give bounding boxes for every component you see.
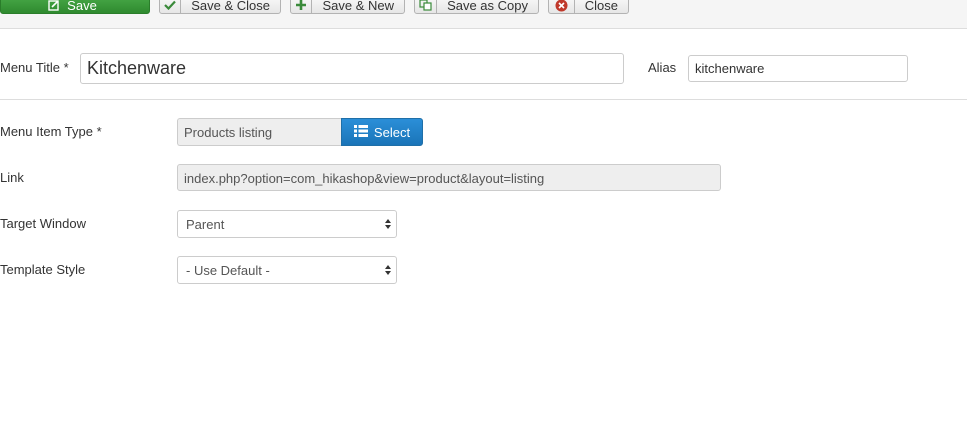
close-circle-icon (549, 0, 575, 13)
target-window-select[interactable]: Parent (177, 210, 397, 238)
template-style-label: Template Style (0, 262, 86, 277)
edit-icon (43, 0, 65, 13)
link-label: Link (0, 170, 24, 185)
menu-item-type-field: Products listing (177, 118, 341, 146)
select-arrows-icon (384, 263, 392, 277)
save-close-button[interactable]: Save & Close (159, 0, 281, 14)
menu-item-edit-page: Save Save & Close Save & New Save as Cop… (0, 0, 967, 429)
menu-title-label: Menu Title * (0, 60, 69, 75)
select-button-label: Select (373, 124, 411, 140)
save-copy-label: Save as Copy (447, 0, 528, 13)
divider (0, 99, 967, 100)
save-new-button[interactable]: Save & New (290, 0, 405, 14)
close-label: Close (584, 0, 618, 13)
save-label: Save (67, 0, 97, 13)
alias-label: Alias (648, 60, 677, 75)
select-menu-item-type-button[interactable]: Select (341, 118, 423, 146)
template-style-select[interactable]: - Use Default - (177, 256, 397, 284)
target-window-label: Target Window (0, 216, 86, 231)
template-style-value: - Use Default - (186, 263, 270, 278)
save-close-label: Save & Close (191, 0, 270, 13)
toolbar: Save Save & Close Save & New Save as Cop… (0, 0, 967, 29)
target-window-value: Parent (186, 217, 225, 232)
save-button[interactable]: Save (0, 0, 150, 14)
save-copy-button[interactable]: Save as Copy (414, 0, 539, 14)
plus-icon (291, 0, 313, 13)
menu-item-type-label: Menu Item Type * (0, 124, 102, 139)
alias-input[interactable] (688, 55, 908, 82)
list-icon (353, 124, 368, 140)
copy-icon (415, 0, 438, 13)
close-button[interactable]: Close (548, 0, 629, 14)
link-field: index.php?option=com_hikashop&view=produ… (177, 164, 721, 191)
check-icon (160, 0, 182, 13)
save-new-label: Save & New (322, 0, 394, 13)
menu-title-input[interactable] (80, 53, 624, 84)
select-arrows-icon (384, 217, 392, 231)
